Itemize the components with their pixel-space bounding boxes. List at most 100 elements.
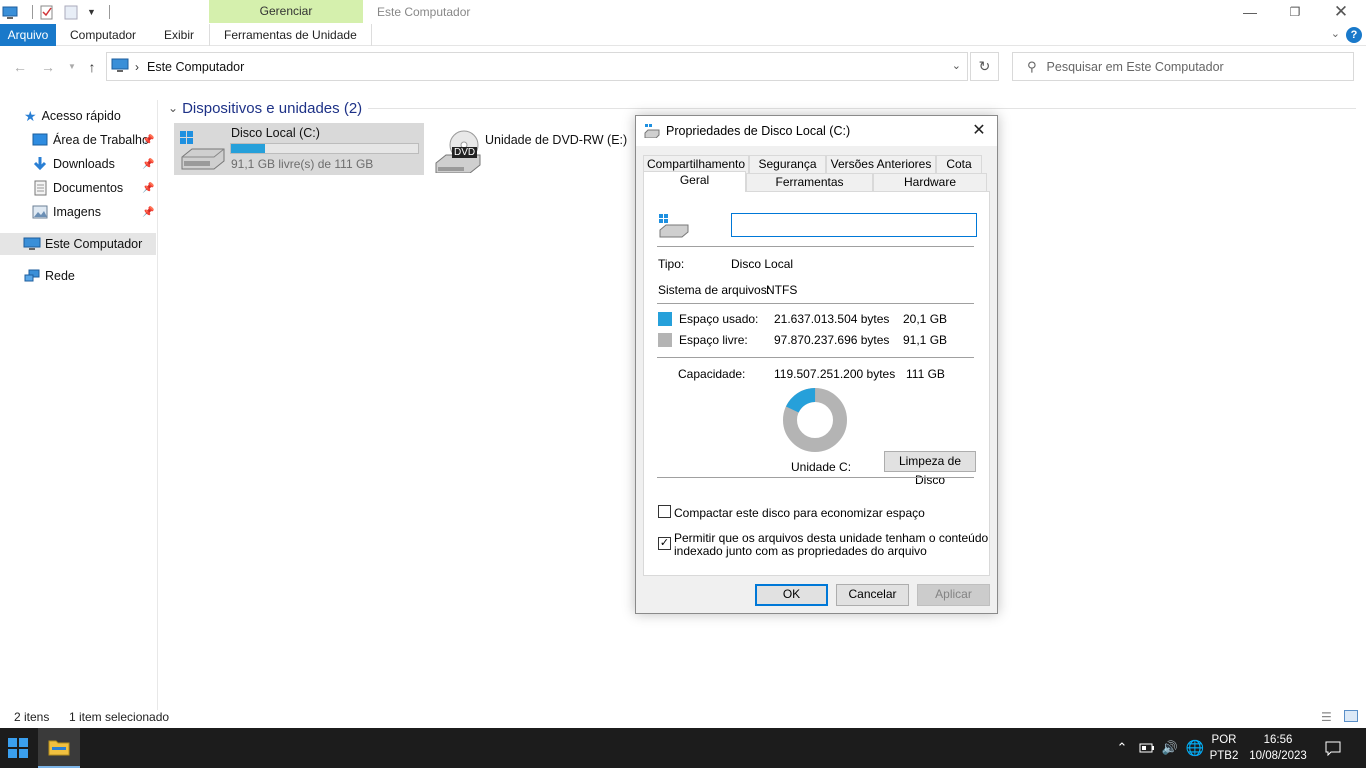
tab-exibir[interactable]: Exibir <box>164 24 194 46</box>
dialog-close-icon[interactable]: ✕ <box>969 120 989 140</box>
tab-cota[interactable]: Cota <box>936 155 982 173</box>
customize-dropdown-icon[interactable]: ▼ <box>87 4 103 20</box>
tab-computador[interactable]: Computador <box>70 24 136 46</box>
refresh-button[interactable]: ↻ <box>970 52 999 81</box>
drive-free-space: 91,1 GB livre(s) de 111 GB <box>231 157 374 171</box>
sidebar-item-label: Rede <box>45 269 75 283</box>
used-space-gb: 20,1 GB <box>903 312 948 326</box>
pin-icon[interactable]: 📌 <box>142 183 154 194</box>
search-box[interactable]: ⚲ <box>1012 52 1354 81</box>
general-tab-panel: Tipo: Disco Local Sistema de arquivos: N… <box>643 191 990 576</box>
show-hidden-icons-chevron-icon[interactable]: ⌃ <box>1113 728 1131 768</box>
sidebar-item-este-computador[interactable]: Este Computador <box>0 233 156 255</box>
ribbon: Arquivo Computador Exibir Ferramentas de… <box>0 24 1366 46</box>
close-icon: ✕ <box>1333 2 1349 21</box>
drive-name-input[interactable] <box>731 213 977 237</box>
tab-arquivo[interactable]: Arquivo <box>0 24 56 46</box>
notification-center-icon[interactable] <box>1322 728 1344 768</box>
large-icons-view-icon[interactable] <box>1344 710 1358 722</box>
network-globe-icon[interactable]: 🌐 <box>1184 728 1206 768</box>
properties-icon[interactable] <box>39 4 55 20</box>
disk-cleanup-button[interactable]: Limpeza de Disco <box>884 451 976 487</box>
dvd-badge: DVD <box>452 147 478 158</box>
navigation-pane: ★ Acesso rápido Área de Trabalho 📌 Downl… <box>0 100 158 710</box>
tab-versoes-anteriores[interactable]: Versões Anteriores <box>826 155 936 173</box>
filesystem-label: Sistema de arquivos: <box>658 283 771 297</box>
search-input[interactable] <box>1046 59 1347 74</box>
sidebar-item-area-de-trabalho[interactable]: Área de Trabalho 📌 <box>32 129 156 151</box>
sidebar-item-label: Downloads <box>53 157 115 171</box>
taskbar-file-explorer[interactable] <box>38 728 80 768</box>
drive-tile-e[interactable]: DVD Unidade de DVD-RW (E:) <box>432 123 632 175</box>
drive-name: Disco Local (C:) <box>231 126 320 140</box>
sidebar-item-documentos[interactable]: Documentos 📌 <box>32 177 156 199</box>
filesystem-value: NTFS <box>766 283 798 297</box>
pin-icon[interactable]: 📌 <box>142 159 154 170</box>
ribbon-expand-icon[interactable]: ⌄ <box>1331 27 1340 40</box>
pin-icon[interactable]: 📌 <box>142 135 154 146</box>
compress-checkbox[interactable] <box>658 505 671 518</box>
properties-dialog: Propriedades de Disco Local (C:) ✕ Compa… <box>635 115 998 614</box>
tab-geral[interactable]: Geral <box>643 171 746 192</box>
computer-icon <box>23 237 41 250</box>
clock[interactable]: 16:56 10/08/2023 <box>1246 732 1310 764</box>
free-space-gb: 91,1 GB <box>903 333 948 347</box>
help-icon[interactable]: ? <box>1346 27 1362 43</box>
breadcrumb-chevron-icon[interactable]: › <box>135 60 139 74</box>
sidebar-item-label: Imagens <box>53 205 101 219</box>
computer-icon[interactable] <box>2 4 18 20</box>
forward-arrow-icon[interactable]: → <box>38 57 58 77</box>
pin-icon[interactable]: 📌 <box>142 207 154 218</box>
group-header-devices[interactable]: ⌄ Dispositivos e unidades (2) <box>168 98 362 118</box>
tab-ferramentas[interactable]: Ferramentas <box>746 173 873 191</box>
index-checkbox[interactable]: ✓ <box>658 537 671 550</box>
address-bar[interactable]: › Este Computador ⌄ <box>106 52 968 81</box>
manage-context-tab[interactable]: Gerenciar <box>209 0 363 23</box>
sidebar-item-acesso-rapido[interactable]: ★ Acesso rápido <box>24 105 154 127</box>
new-folder-icon[interactable] <box>63 4 79 20</box>
start-button[interactable] <box>0 728 36 768</box>
sidebar-item-label: Este Computador <box>45 237 143 251</box>
drive-tile-c[interactable]: Disco Local (C:) 91,1 GB livre(s) de 111… <box>174 123 424 175</box>
sidebar-item-rede[interactable]: Rede <box>24 265 154 287</box>
breadcrumb-este-computador[interactable]: Este Computador <box>147 60 244 74</box>
item-count: 2 itens <box>14 710 50 724</box>
group-header-label: Dispositivos e unidades (2) <box>182 99 363 117</box>
battery-icon[interactable] <box>1138 728 1156 768</box>
tab-seguranca[interactable]: Segurança <box>749 155 826 173</box>
divider <box>657 357 974 358</box>
tab-hardware[interactable]: Hardware <box>873 173 987 191</box>
dialog-title-bar: Propriedades de Disco Local (C:) ✕ <box>636 116 997 146</box>
sidebar-item-imagens[interactable]: Imagens 📌 <box>32 201 156 223</box>
minimize-icon: — <box>1243 4 1257 20</box>
close-window-button[interactable]: ✕ <box>1318 0 1364 24</box>
disk-usage-donut <box>783 388 847 452</box>
navigation-bar: ← → ▼ ↑ › Este Computador ⌄ ↻ ⚲ <box>0 50 1366 84</box>
back-arrow-icon[interactable]: ← <box>10 57 30 77</box>
recent-locations-icon[interactable]: ▼ <box>62 57 82 77</box>
compress-label: Compactar este disco para economizar esp… <box>674 506 925 520</box>
restore-button[interactable]: ❐ <box>1272 0 1318 24</box>
sidebar-item-downloads[interactable]: Downloads 📌 <box>32 153 156 175</box>
taskbar: ⌃ 🔊 🌐 POR PTB2 16:56 10/08/2023 <box>0 728 1366 768</box>
star-icon: ★ <box>24 107 37 124</box>
windows-logo-icon <box>8 738 28 758</box>
apply-button[interactable]: Aplicar <box>917 584 990 606</box>
sidebar-item-label: Acesso rápido <box>41 109 121 123</box>
ok-button[interactable]: OK <box>755 584 828 606</box>
address-history-chevron-icon[interactable]: ⌄ <box>952 59 961 72</box>
minimize-button[interactable]: — <box>1227 0 1273 24</box>
cancel-button[interactable]: Cancelar <box>836 584 909 606</box>
folder-icon <box>48 740 70 756</box>
volume-icon[interactable]: 🔊 <box>1160 728 1180 768</box>
up-arrow-icon[interactable]: ↑ <box>82 57 102 77</box>
divider <box>657 246 974 247</box>
language-code: POR <box>1211 734 1237 746</box>
details-view-icon[interactable]: ☰ <box>1321 710 1332 724</box>
free-space-label: Espaço livre: <box>679 333 748 347</box>
tab-ferramentas-de-unidade[interactable]: Ferramentas de Unidade <box>209 24 372 46</box>
capacity-gb: 111 GB <box>906 367 945 381</box>
input-language[interactable]: POR PTB2 <box>1208 732 1240 764</box>
drive-icon <box>644 124 660 138</box>
drive-usage-bar <box>230 143 419 154</box>
